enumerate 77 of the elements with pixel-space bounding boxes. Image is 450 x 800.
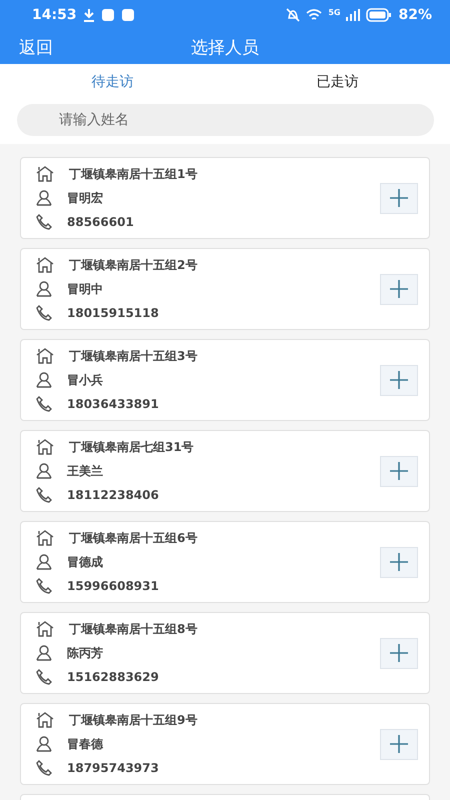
plus-icon xyxy=(389,370,409,390)
status-time: 14:53 xyxy=(32,7,77,23)
app-icon xyxy=(120,8,135,22)
house-icon xyxy=(35,165,55,183)
phone-icon xyxy=(35,759,53,777)
plus-icon xyxy=(389,279,409,299)
add-button[interactable] xyxy=(380,364,418,396)
house-icon xyxy=(35,438,55,456)
name-text: 冒小兵 xyxy=(67,372,103,388)
person-card[interactable]: 丁堰镇皋南居十五组8号 陈丙芳 15162883629 xyxy=(20,612,430,694)
address-text: 丁堰镇皋南居十五组1号 xyxy=(69,166,198,182)
person-card[interactable]: 丁堰镇皋南居七组31号 王美兰 18112238406 xyxy=(20,430,430,512)
phone-text: 18795743973 xyxy=(67,761,159,775)
house-icon xyxy=(35,347,55,365)
house-icon xyxy=(35,256,55,274)
person-card[interactable]: 丁堰镇皋南居十五组9号 冒春德 18795743973 xyxy=(20,703,430,785)
phone-text: 18112238406 xyxy=(67,488,159,502)
person-card[interactable]: 丁堰镇皋南居十五组3号 冒小兵 18036433891 xyxy=(20,339,430,421)
person-icon xyxy=(35,644,53,662)
address-text: 丁堰镇皋南居十五组9号 xyxy=(69,712,198,728)
name-text: 王美兰 xyxy=(67,462,103,480)
name-text: 冒春德 xyxy=(67,736,103,752)
name-text: 陈丙芳 xyxy=(67,644,103,662)
person-card[interactable]: 丁堰镇皋南居十五组1号 冒明宏 88566601 xyxy=(20,157,430,239)
person-card[interactable]: 丁堰镇皋南居十五组6号 冒德成 15996608931 xyxy=(20,521,430,603)
app-icon xyxy=(100,8,115,22)
mute-icon xyxy=(286,8,300,22)
person-icon xyxy=(35,735,53,753)
phone-icon xyxy=(35,395,53,413)
phone-icon xyxy=(35,486,53,504)
phone-icon xyxy=(35,304,53,322)
name-text: 冒明中 xyxy=(67,280,103,298)
tab[interactable]: 已走访 xyxy=(225,64,450,100)
house-icon xyxy=(35,620,55,638)
add-button[interactable] xyxy=(380,638,418,668)
name-text: 冒明宏 xyxy=(67,190,103,206)
person-icon xyxy=(35,462,53,480)
battery-percent: 82% xyxy=(398,7,432,23)
add-button[interactable] xyxy=(380,456,418,486)
search-field[interactable]: 请输入姓名 xyxy=(17,104,434,136)
plus-icon xyxy=(389,552,409,572)
house-icon xyxy=(35,529,55,547)
add-button[interactable] xyxy=(380,546,418,578)
plus-icon xyxy=(389,188,409,208)
download-icon xyxy=(82,8,95,22)
plus-icon xyxy=(389,734,409,754)
address-text: 丁堰镇皋南居十五组2号 xyxy=(69,256,198,274)
plus-icon xyxy=(389,643,409,663)
plus-icon xyxy=(389,461,409,481)
phone-icon xyxy=(35,668,53,686)
address-text: 丁堰镇皋南居七组31号 xyxy=(69,438,194,456)
page-title: 选择人员 xyxy=(191,36,259,58)
phone-text: 15996608931 xyxy=(67,579,159,593)
add-button[interactable] xyxy=(380,274,418,304)
person-icon xyxy=(35,280,53,298)
person-card[interactable]: 丁堰镇皋南居十五组2号 冒明中 18015915118 xyxy=(20,248,430,330)
phone-text: 15162883629 xyxy=(67,670,159,684)
phone-icon xyxy=(35,577,53,595)
tab[interactable]: 待走访 xyxy=(0,64,225,100)
name-text: 冒德成 xyxy=(67,554,103,570)
battery-icon xyxy=(366,8,392,22)
phone-text: 18015915118 xyxy=(67,306,159,320)
signal-icon xyxy=(346,9,360,21)
phone-text: 88566601 xyxy=(67,215,134,229)
phone-icon xyxy=(35,213,53,231)
address-text: 丁堰镇皋南居十五组8号 xyxy=(69,620,198,638)
address-text: 丁堰镇皋南居十五组6号 xyxy=(69,530,198,546)
wifi-icon xyxy=(306,8,322,22)
add-button[interactable] xyxy=(380,728,418,760)
person-icon xyxy=(35,371,53,389)
phone-text: 18036433891 xyxy=(67,397,159,411)
house-icon xyxy=(35,711,55,729)
person-icon xyxy=(35,189,53,207)
network-label: 5G xyxy=(328,8,340,17)
address-text: 丁堰镇皋南居十五组3号 xyxy=(69,348,198,364)
person-icon xyxy=(35,553,53,571)
add-button[interactable] xyxy=(380,182,418,214)
